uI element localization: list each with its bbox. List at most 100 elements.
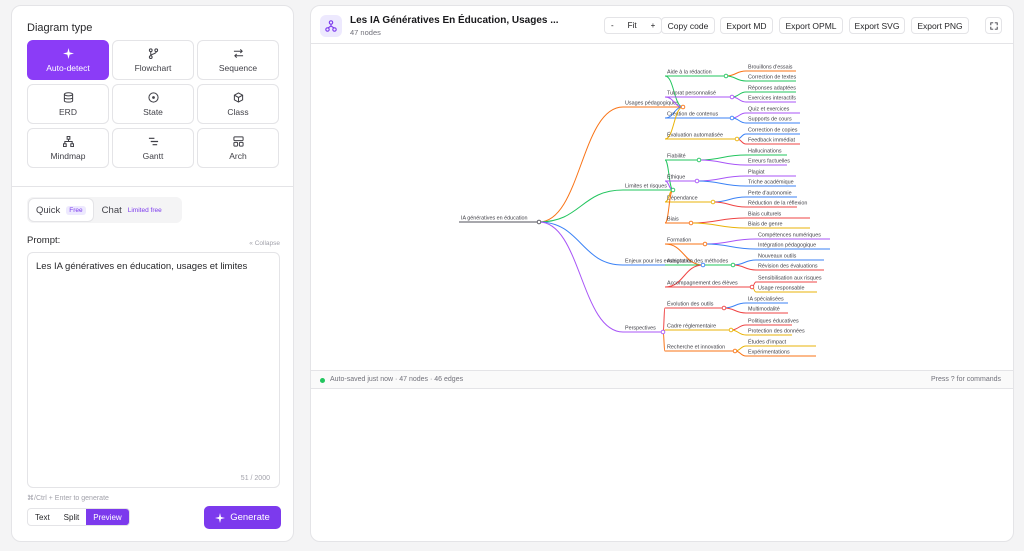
- cube-icon: [233, 91, 243, 103]
- view-mode-preview[interactable]: Preview: [86, 509, 129, 525]
- mindmap-leaf[interactable]: Sensibilisation aux risques: [758, 276, 822, 282]
- mindmap-leaf[interactable]: Multimodalité: [748, 307, 780, 313]
- copy-code-button[interactable]: Copy code: [661, 17, 715, 34]
- diagram-type-auto-detect[interactable]: Auto-detect: [27, 40, 109, 80]
- mindmap-node-dot: [710, 199, 716, 205]
- prompt-textarea[interactable]: Les IA génératives en éducation, usages …: [27, 252, 280, 488]
- divider: [12, 186, 293, 187]
- export-opml-button[interactable]: Export OPML: [779, 17, 843, 34]
- layout-blocks-icon: [232, 135, 244, 147]
- mindmap-subtopic[interactable]: Fiabilité: [667, 154, 686, 160]
- mindmap-edge: [538, 221, 624, 266]
- mindmap-subtopic[interactable]: Adaptation des méthodes: [667, 259, 728, 265]
- mindmap-subtopic[interactable]: Recherche et innovation: [667, 345, 725, 351]
- mindmap-leaf[interactable]: Erreurs factuelles: [748, 159, 790, 165]
- mindmap-edge: [723, 302, 747, 309]
- mindmap-subtopic[interactable]: Accompagnement des élèves: [667, 281, 738, 287]
- mindmap-root[interactable]: IA génératives en éducation: [461, 216, 528, 222]
- zoom-out-button[interactable]: -: [605, 18, 620, 33]
- mindmap-leaf[interactable]: Exercices interactifs: [748, 96, 796, 102]
- tab-chat[interactable]: Chat Limited free: [95, 199, 169, 221]
- diagram-type-sequence[interactable]: Sequence: [197, 40, 279, 80]
- collapse-button[interactable]: « Collapse: [249, 240, 280, 247]
- mindmap-leaf[interactable]: Brouillons d'essais: [748, 65, 793, 71]
- mindmap-edge: [696, 180, 747, 187]
- mindmap-leaf[interactable]: Études d'impact: [748, 339, 787, 346]
- mindmap-subtopic[interactable]: Éthique: [667, 174, 685, 181]
- fullscreen-button[interactable]: [985, 17, 1002, 34]
- preview-header: Les IA Génératives En Éducation, Usages …: [311, 6, 1013, 44]
- mindmap-leaf[interactable]: Réponses adaptées: [748, 86, 796, 92]
- export-md-button[interactable]: Export MD: [720, 17, 773, 34]
- view-mode-split[interactable]: Split: [57, 509, 87, 525]
- mindmap-leaf[interactable]: Correction de textes: [748, 75, 797, 81]
- document-title: Les IA Génératives En Éducation, Usages …: [350, 15, 559, 26]
- shortcut-hint: ⌘/Ctrl + Enter to generate: [27, 495, 109, 502]
- mindmap-subtopic[interactable]: Création de contenus: [667, 112, 719, 118]
- mindmap-leaf[interactable]: Biais culturels: [748, 212, 782, 218]
- mindmap-leaf[interactable]: IA spécialisées: [748, 297, 784, 303]
- tab-badge: Limited free: [127, 206, 162, 214]
- mindmap-subtopic[interactable]: Aide à la rédaction: [667, 70, 712, 76]
- mindmap-leaf[interactable]: Triche académique: [748, 180, 794, 186]
- tab-quick[interactable]: Quick Free: [29, 199, 93, 221]
- diagram-type-class[interactable]: Class: [197, 84, 279, 124]
- view-mode-toggle: Text Split Preview: [27, 508, 130, 526]
- mindmap-leaf[interactable]: Biais de genre: [748, 222, 782, 228]
- mindmap-leaf[interactable]: Hallucinations: [748, 149, 782, 155]
- mindmap-node-dot: [660, 329, 666, 335]
- diagram-type-gantt[interactable]: Gantt: [112, 128, 194, 168]
- mindmap-subtopic[interactable]: Tutorat personnalisé: [667, 91, 716, 97]
- mindmap-edge: [690, 217, 747, 224]
- export-png-button[interactable]: Export PNG: [911, 17, 969, 34]
- mindmap-subtopic[interactable]: Formation: [667, 238, 691, 244]
- diagram-type-label: Sequence: [218, 62, 258, 73]
- mindmap-leaf[interactable]: Usage responsable: [758, 286, 804, 292]
- mindmap-subtopic[interactable]: Biais: [667, 217, 679, 223]
- mindmap-edge: [662, 331, 666, 352]
- mindmap-leaf[interactable]: Plagiat: [748, 170, 765, 176]
- diagram-type-mindmap[interactable]: Mindmap: [27, 128, 109, 168]
- sparkle-icon: [62, 47, 74, 59]
- mindmap-leaf[interactable]: Correction de copies: [748, 128, 798, 134]
- export-svg-button[interactable]: Export SVG: [849, 17, 905, 34]
- mindmap-leaf[interactable]: Politiques éducatives: [748, 319, 799, 325]
- zoom-fit-button[interactable]: Fit: [620, 18, 645, 33]
- mindmap-edge: [538, 189, 624, 223]
- mindmap-edge: [662, 307, 666, 333]
- diagram-type-flowchart[interactable]: Flowchart: [112, 40, 194, 80]
- mindmap-leaf[interactable]: Révision des évaluations: [758, 264, 818, 270]
- mindmap-subtopic[interactable]: Évaluation automatisée: [667, 132, 723, 139]
- mindmap-subtopic[interactable]: Cadre réglementaire: [667, 324, 716, 330]
- mindmap-branch[interactable]: Usages pédagogiques: [625, 101, 679, 107]
- mindmap-leaf[interactable]: Feedback immédiat: [748, 138, 796, 144]
- mindmap-leaf[interactable]: Expérimentations: [748, 350, 790, 356]
- database-icon: [63, 91, 73, 103]
- mindmap-leaf[interactable]: Compétences numériques: [758, 233, 821, 239]
- status-text: Auto-saved just now · 47 nodes · 46 edge…: [330, 376, 464, 383]
- generate-label: Generate: [230, 512, 270, 523]
- mindmap-leaf[interactable]: Nouveaux outils: [758, 254, 797, 260]
- diagram-type-erd[interactable]: ERD: [27, 84, 109, 124]
- view-mode-text[interactable]: Text: [28, 509, 57, 525]
- diagram-type-arch[interactable]: Arch: [197, 128, 279, 168]
- mindmap-leaf[interactable]: Intégration pédagogique: [758, 243, 816, 249]
- mindmap-branch[interactable]: Perspectives: [625, 326, 656, 332]
- tab-badge: Free: [66, 205, 86, 215]
- diagram-type-state[interactable]: State: [112, 84, 194, 124]
- mindmap-leaf[interactable]: Perte d'autonomie: [748, 191, 792, 197]
- mindmap-leaf[interactable]: Réduction de la réflexion: [748, 201, 807, 207]
- mindmap-branch[interactable]: Limites et risques: [625, 184, 667, 190]
- zoom-in-button[interactable]: +: [645, 18, 662, 33]
- mindmap-subtopic[interactable]: Dépendance: [667, 196, 698, 202]
- mindmap-leaf[interactable]: Quiz et exercices: [748, 107, 790, 113]
- mindmap-node-dot: [694, 178, 700, 184]
- mindmap-subtopic[interactable]: Évolution des outils: [667, 301, 714, 308]
- mindmap-leaf[interactable]: Supports de cours: [748, 117, 792, 123]
- mindmap-canvas[interactable]: IA génératives en éducation Usages pédago…: [311, 44, 1013, 370]
- mindmap-node-dot: [670, 187, 676, 193]
- mindmap-edge: [725, 70, 747, 77]
- mindmap-leaf[interactable]: Protection des données: [748, 329, 805, 335]
- mindmap-node-dot: [702, 241, 708, 247]
- generate-button[interactable]: Generate: [204, 506, 281, 529]
